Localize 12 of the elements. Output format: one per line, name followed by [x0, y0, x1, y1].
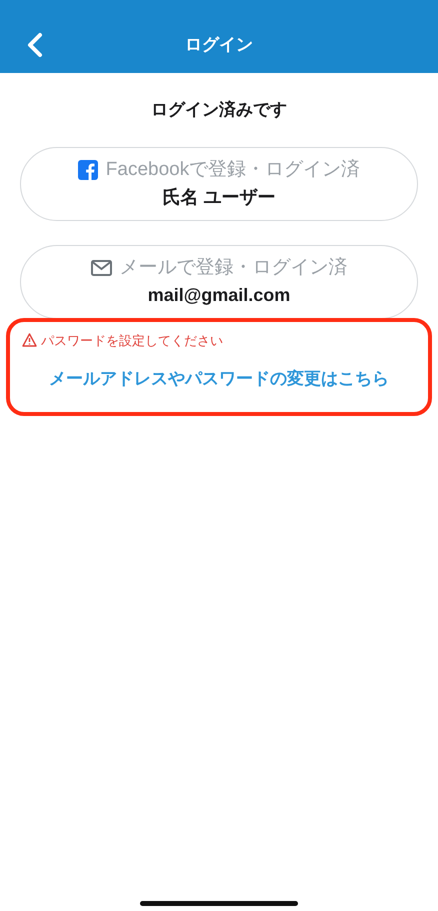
status-heading: ログイン済みです [151, 99, 287, 121]
account-name: 氏名 ユーザー [162, 186, 276, 210]
account-label: メールで登録・ログイン済 [120, 256, 348, 280]
back-icon [26, 32, 44, 58]
header-title: ログイン [185, 34, 253, 56]
warning-icon [22, 333, 37, 348]
warning-text: パスワードを設定してください [41, 332, 223, 350]
account-label: Facebookで登録・ログイン済 [106, 158, 360, 182]
back-button[interactable] [26, 32, 44, 58]
facebook-icon [78, 160, 98, 180]
account-name: mail@gmail.com [148, 284, 290, 308]
mail-icon [90, 260, 112, 276]
